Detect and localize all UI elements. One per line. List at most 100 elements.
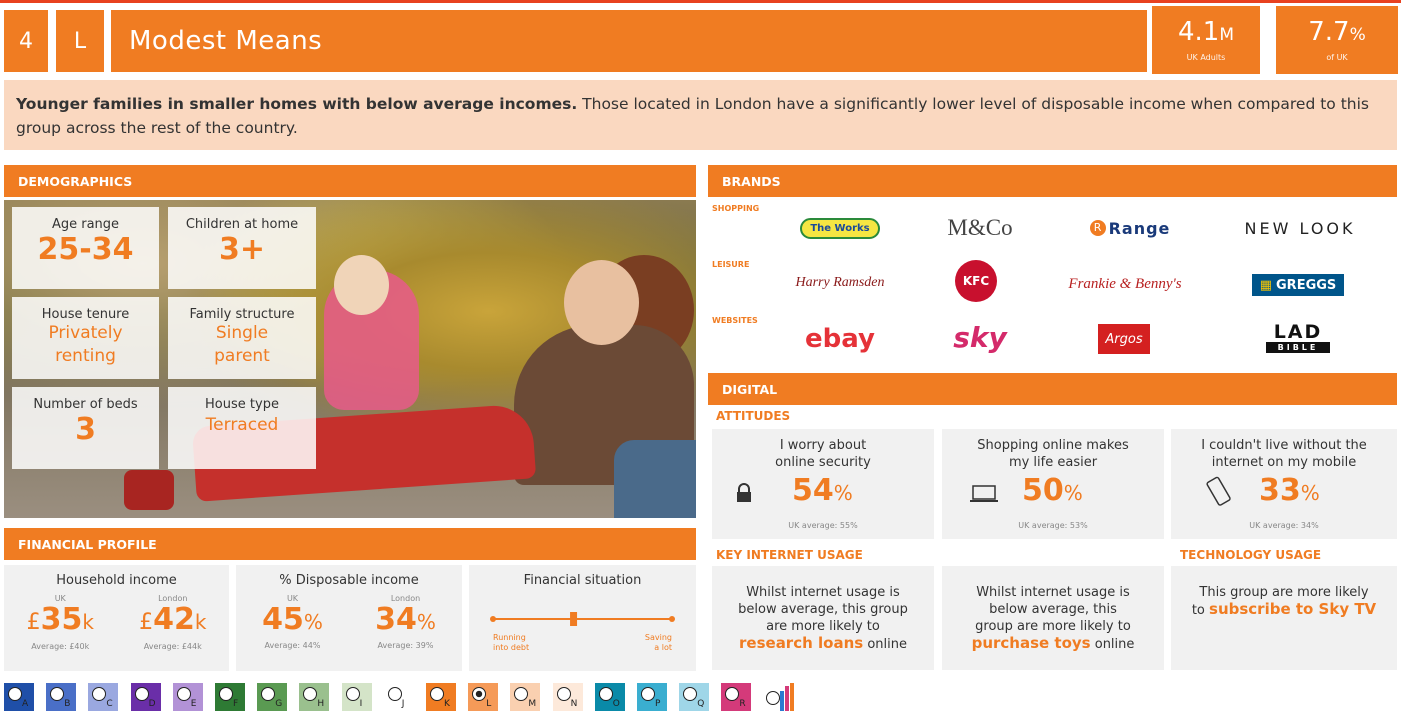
house-tenure-value-1: Privately	[48, 323, 123, 343]
legend-letter-a: A	[22, 699, 29, 709]
number-of-beds-label: Number of beds	[33, 397, 138, 412]
legend-radio-a	[8, 687, 22, 701]
disposable-london-value: 34	[375, 602, 417, 637]
greggs-text: GREGGS	[1276, 277, 1337, 293]
range-text: Range	[1108, 218, 1171, 238]
uk-adults-unit: M	[1219, 25, 1235, 45]
attitudes-header: ATTITUDES	[716, 409, 791, 423]
new-look-logo: NEW LOOK	[1225, 214, 1375, 242]
tech-highlight: subscribe to Sky TV	[1209, 600, 1377, 618]
top-accent-line	[0, 0, 1401, 3]
legend-swatch-r[interactable]: R	[721, 683, 752, 711]
tech-line-2: to	[1191, 603, 1210, 618]
disposable-london: London 34% Average: 39%	[375, 594, 436, 650]
key1-line-2: below average, this group	[738, 602, 908, 617]
attitude-shopping-online: Shopping online makes my life easier 50%…	[942, 429, 1164, 539]
legend-swatch-h[interactable]: H	[299, 683, 330, 711]
legend-swatch-l[interactable]: L	[468, 683, 499, 711]
lad-bible-logo: LAD BIBLE	[1266, 323, 1330, 355]
key1-end: online	[863, 637, 907, 652]
bar-chart-icon[interactable]	[762, 683, 796, 711]
argos-logo: Argos	[1098, 324, 1150, 354]
legend-swatch-f[interactable]: F	[215, 683, 245, 711]
children-label: Children at home	[185, 217, 299, 232]
att1-pct-value: 54	[792, 473, 834, 508]
income-uk-unit: k	[82, 610, 94, 634]
legend-swatch-q[interactable]: Q	[679, 683, 710, 711]
harry-ramsden-logo: Harry Ramsden	[780, 268, 900, 298]
financial-situation-scale	[490, 612, 675, 626]
digital-header-text: DIGITAL	[722, 381, 778, 397]
key2-highlight: purchase toys	[971, 634, 1091, 652]
legend-swatch-d[interactable]: D	[130, 683, 161, 711]
uk-adults-value: 4.1	[1177, 17, 1220, 47]
att1-average: UK average: 55%	[788, 521, 858, 530]
key1-line-3: are more likely to	[766, 619, 880, 634]
disposable-uk-average: Average: 44%	[264, 641, 321, 650]
brands-leisure-label: LEISURE	[712, 260, 750, 269]
situation-right-1: Saving	[644, 633, 672, 642]
legend-swatch-e[interactable]: E	[172, 683, 203, 711]
photo-jeans	[614, 440, 696, 518]
key2-line-3: group are more likely to	[975, 619, 1131, 634]
legend-swatch-j[interactable]: J	[383, 683, 414, 711]
family-structure-box: Family structure Single parent	[168, 297, 316, 379]
demographics-header-text: DEMOGRAPHICS	[18, 173, 133, 189]
children-box: Children at home 3+	[168, 207, 316, 289]
disposable-uk: UK 45% Average: 44%	[262, 594, 323, 650]
att3-line-1: I couldn't live without the	[1201, 438, 1367, 453]
legend-swatch-m[interactable]: M	[510, 683, 541, 711]
lock-icon	[737, 483, 751, 502]
situation-right-2: a lot	[654, 643, 672, 652]
legend-swatch-a[interactable]: A	[4, 683, 34, 711]
the-range-logo: R Range	[1080, 214, 1180, 242]
key1-highlight: research loans	[739, 634, 864, 652]
number-of-beds-value: 3	[75, 412, 96, 447]
legend-letter-c: C	[106, 699, 113, 709]
legend-radio-f	[219, 687, 233, 701]
att2-percent: 50%	[1022, 473, 1083, 508]
percent-uk-stat: 7.7% of UK	[1276, 6, 1398, 74]
att1-pct-unit: %	[833, 481, 853, 505]
household-income-label: Household income	[56, 573, 177, 588]
legend-letter-d: D	[148, 699, 156, 709]
legend-swatch-o[interactable]: O	[594, 683, 625, 711]
legend-swatch-n[interactable]: N	[552, 683, 583, 711]
percent-uk-label: of UK	[1326, 53, 1348, 62]
segment-title: Modest Means	[111, 10, 1147, 72]
att3-pct-value: 33	[1259, 473, 1301, 508]
legend-radio-j	[387, 687, 402, 701]
frankie-bennys-text: Frankie & Benny's	[1068, 275, 1182, 292]
income-london-value: 42	[153, 602, 195, 637]
situation-left-2: into debt	[493, 643, 530, 652]
situation-left-label: Running into debt	[493, 633, 529, 653]
mobile-phone-icon	[1206, 476, 1231, 506]
legend-swatch-g[interactable]: G	[257, 683, 288, 711]
legend-swatch-p[interactable]: P	[637, 683, 667, 711]
income-uk-average: Average: £40k	[31, 642, 90, 651]
family-structure-value-1: Single	[215, 323, 269, 343]
legend-radio-l	[472, 687, 487, 701]
attitude-online-security: I worry about online security 54% UK ave…	[712, 429, 934, 539]
uk-adults-label: UK Adults	[1186, 53, 1226, 62]
bible-text: BIBLE	[1266, 342, 1330, 353]
legend-radio-r	[725, 687, 740, 701]
legend-swatch-k[interactable]: K	[426, 683, 456, 711]
legend-radio-b	[50, 687, 65, 701]
legend-swatch-b[interactable]: B	[46, 683, 77, 711]
legend-letter-f: F	[233, 699, 239, 709]
income-london: London £42k Average: £44k	[139, 594, 206, 651]
legend-swatch-i[interactable]: I	[341, 683, 372, 711]
situation-scale-right-end	[669, 616, 675, 622]
legend-radio-h	[303, 687, 318, 701]
legend-swatch-c[interactable]: C	[88, 683, 119, 711]
brands-header-text: BRANDS	[722, 173, 781, 189]
ebay-logo: ebay	[800, 322, 880, 356]
income-uk: UK £35k Average: £40k	[27, 594, 94, 651]
segment-number-box: 4	[4, 10, 48, 72]
tech-line-1: This group are more likely	[1199, 585, 1369, 600]
ebay-text: ebay	[805, 324, 875, 354]
key-usage-research-loans: Whilst internet usage is below average, …	[712, 566, 934, 670]
house-type-value: Terraced	[205, 415, 279, 435]
disposable-london-unit: %	[416, 610, 436, 634]
